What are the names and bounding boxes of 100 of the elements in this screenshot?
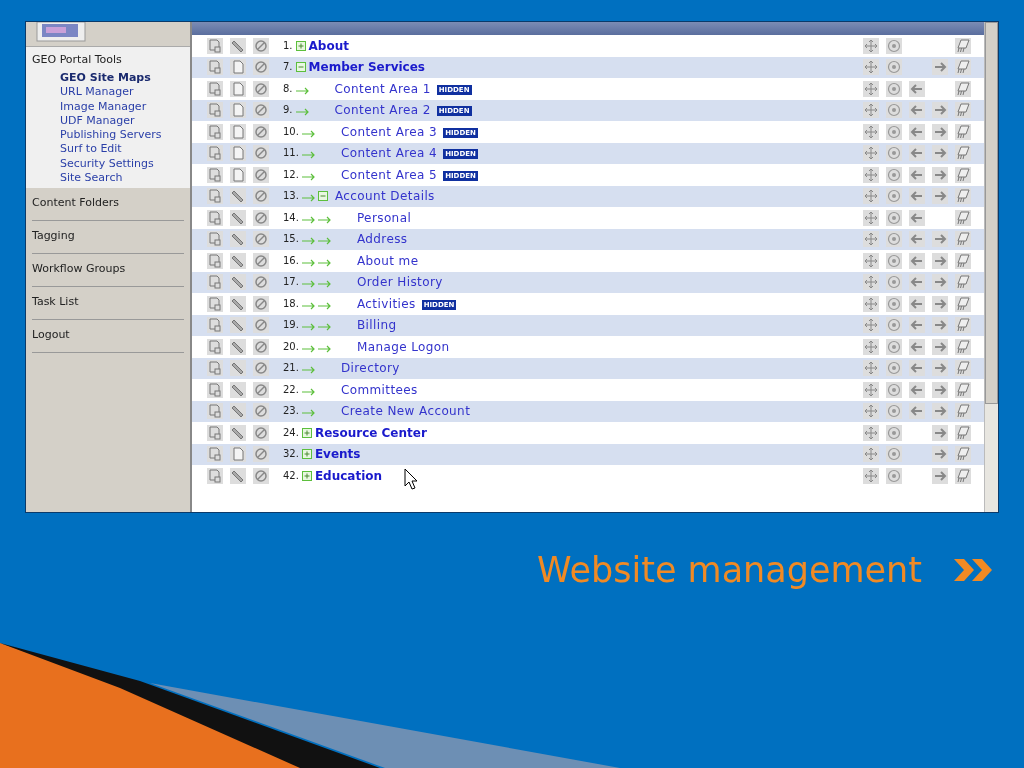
chip-icon[interactable] <box>955 403 971 420</box>
left-arrow-icon[interactable] <box>909 123 925 140</box>
target-icon[interactable] <box>886 360 902 377</box>
prohibited-icon[interactable] <box>253 317 269 334</box>
target-icon[interactable] <box>886 123 902 140</box>
left-arrow-icon[interactable] <box>909 403 925 420</box>
prohibited-icon[interactable] <box>253 80 269 97</box>
right-arrow-icon[interactable] <box>932 446 948 463</box>
page-icon[interactable] <box>230 166 246 183</box>
collapse-icon[interactable] <box>317 191 328 202</box>
chip-icon[interactable] <box>955 274 971 291</box>
right-arrow-icon[interactable] <box>932 403 948 420</box>
page-link[interactable]: Content Area 2 <box>334 103 431 118</box>
move-icon[interactable] <box>863 37 879 54</box>
page-icon[interactable] <box>230 145 246 162</box>
sidebar-link[interactable]: URL Manager <box>32 85 190 100</box>
target-icon[interactable] <box>886 145 902 162</box>
sidebar-item[interactable]: Tagging <box>32 221 184 255</box>
sidebar-item[interactable]: Task List <box>32 287 184 321</box>
right-arrow-icon[interactable] <box>932 145 948 162</box>
chip-icon[interactable] <box>955 360 971 377</box>
left-arrow-icon[interactable] <box>909 360 925 377</box>
chip-icon[interactable] <box>955 338 971 355</box>
pencil-icon[interactable] <box>230 467 246 484</box>
page-link[interactable]: Committees <box>340 382 418 397</box>
move-icon[interactable] <box>863 209 879 226</box>
chip-icon[interactable] <box>955 381 971 398</box>
chip-icon[interactable] <box>955 123 971 140</box>
document-icon[interactable] <box>207 166 223 183</box>
target-icon[interactable] <box>886 403 902 420</box>
page-link[interactable]: Member Services <box>308 60 425 75</box>
chip-icon[interactable] <box>955 37 971 54</box>
prohibited-icon[interactable] <box>253 145 269 162</box>
page-link[interactable]: Activities <box>356 296 416 311</box>
right-arrow-icon[interactable] <box>932 188 948 205</box>
left-arrow-icon[interactable] <box>909 80 925 97</box>
prohibited-icon[interactable] <box>253 123 269 140</box>
sidebar-link[interactable]: GEO Site Maps <box>32 71 190 86</box>
move-icon[interactable] <box>863 80 879 97</box>
move-icon[interactable] <box>863 231 879 248</box>
chip-icon[interactable] <box>955 80 971 97</box>
document-icon[interactable] <box>207 424 223 441</box>
page-link[interactable]: Content Area 3 <box>340 124 438 139</box>
left-arrow-icon[interactable] <box>909 209 925 226</box>
move-icon[interactable] <box>863 446 879 463</box>
prohibited-icon[interactable] <box>253 338 269 355</box>
left-arrow-icon[interactable] <box>909 188 925 205</box>
move-icon[interactable] <box>863 252 879 269</box>
move-icon[interactable] <box>863 317 879 334</box>
move-icon[interactable] <box>863 424 879 441</box>
left-arrow-icon[interactable] <box>909 166 925 183</box>
prohibited-icon[interactable] <box>253 424 269 441</box>
move-icon[interactable] <box>863 188 879 205</box>
target-icon[interactable] <box>886 209 902 226</box>
sidebar-link[interactable]: Security Settings <box>32 156 190 172</box>
move-icon[interactable] <box>863 102 879 119</box>
document-icon[interactable] <box>207 338 223 355</box>
chip-icon[interactable] <box>955 467 971 484</box>
sidebar-link[interactable]: UDF Manager <box>32 113 190 129</box>
prohibited-icon[interactable] <box>253 59 269 76</box>
chip-icon[interactable] <box>955 102 971 119</box>
page-icon[interactable] <box>230 123 246 140</box>
document-icon[interactable] <box>207 145 223 162</box>
expand-icon[interactable] <box>295 40 306 51</box>
move-icon[interactable] <box>863 360 879 377</box>
right-arrow-icon[interactable] <box>932 338 948 355</box>
prohibited-icon[interactable] <box>253 467 269 484</box>
target-icon[interactable] <box>886 446 902 463</box>
page-icon[interactable] <box>230 59 246 76</box>
right-arrow-icon[interactable] <box>932 360 948 377</box>
right-arrow-icon[interactable] <box>932 166 948 183</box>
document-icon[interactable] <box>207 209 223 226</box>
page-link[interactable]: Order History <box>356 275 443 290</box>
page-icon[interactable] <box>230 102 246 119</box>
left-arrow-icon[interactable] <box>909 317 925 334</box>
left-arrow-icon[interactable] <box>909 102 925 119</box>
prohibited-icon[interactable] <box>253 102 269 119</box>
target-icon[interactable] <box>886 252 902 269</box>
expand-icon[interactable] <box>301 470 312 481</box>
prohibited-icon[interactable] <box>253 295 269 312</box>
move-icon[interactable] <box>863 145 879 162</box>
right-arrow-icon[interactable] <box>932 424 948 441</box>
left-arrow-icon[interactable] <box>909 295 925 312</box>
document-icon[interactable] <box>207 381 223 398</box>
right-arrow-icon[interactable] <box>932 381 948 398</box>
right-arrow-icon[interactable] <box>932 252 948 269</box>
target-icon[interactable] <box>886 102 902 119</box>
document-icon[interactable] <box>207 317 223 334</box>
pencil-icon[interactable] <box>230 188 246 205</box>
sidebar-item[interactable]: Workflow Groups <box>32 254 184 288</box>
move-icon[interactable] <box>863 338 879 355</box>
pencil-icon[interactable] <box>230 231 246 248</box>
target-icon[interactable] <box>886 80 902 97</box>
chip-icon[interactable] <box>955 424 971 441</box>
prohibited-icon[interactable] <box>253 209 269 226</box>
right-arrow-icon[interactable] <box>932 317 948 334</box>
sidebar-link[interactable]: Surf to Edit <box>32 142 190 157</box>
left-arrow-icon[interactable] <box>909 145 925 162</box>
sidebar-item[interactable]: Logout <box>32 320 184 354</box>
pencil-icon[interactable] <box>230 274 246 291</box>
